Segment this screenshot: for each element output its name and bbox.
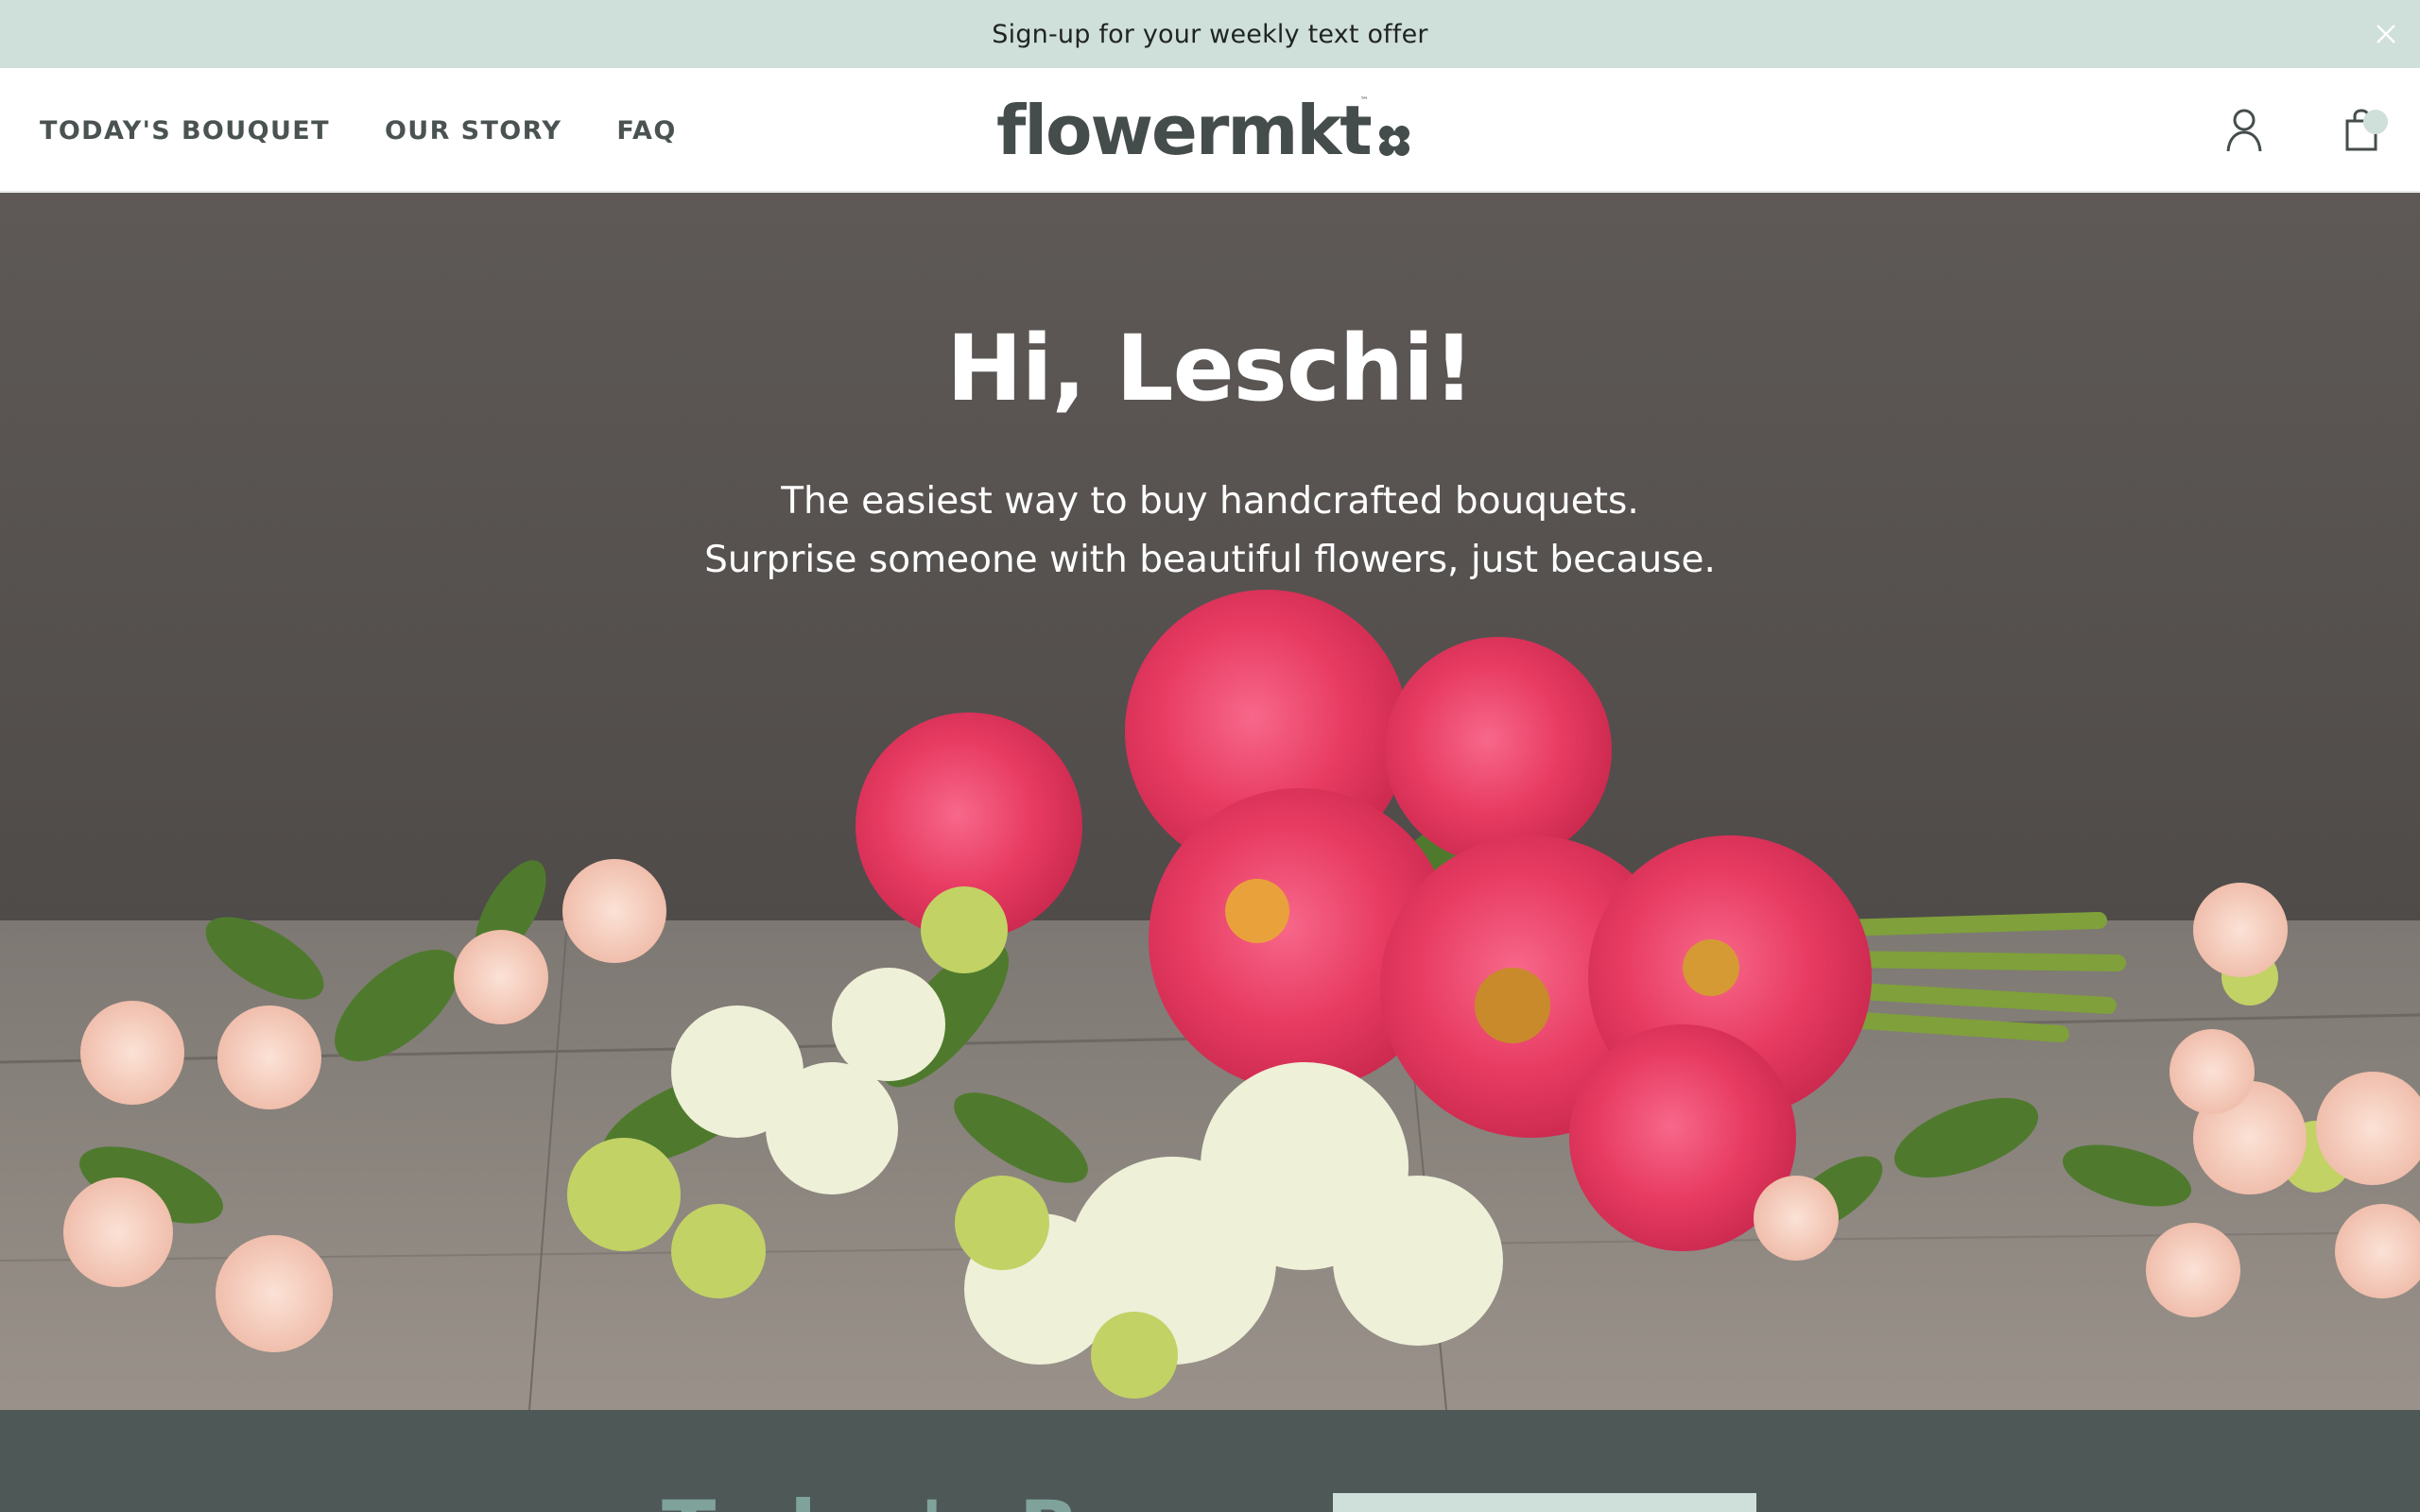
nav-todays-bouquet[interactable]: TODAY'S BOUQUET bbox=[40, 116, 330, 146]
todays-bouquet-section: Today's Bouquet bbox=[0, 1410, 2420, 1512]
flower-logo-icon bbox=[1378, 126, 1409, 156]
hero-subtitle: The easiest way to buy handcrafted bouqu… bbox=[0, 472, 2420, 590]
main-nav: TODAY'S BOUQUET OUR STORY FAQ bbox=[40, 68, 677, 193]
announcement-bar: Sign-up for your weekly text offer bbox=[0, 0, 2420, 68]
nav-our-story[interactable]: OUR STORY bbox=[385, 116, 562, 146]
hero-section: Hi, Leschi! The easiest way to buy handc… bbox=[0, 193, 2420, 1410]
trademark-symbol: ™ bbox=[1359, 96, 1369, 106]
hero-subtitle-line-2: Surprise someone with beautiful flowers,… bbox=[704, 539, 1716, 581]
bouquet-card[interactable] bbox=[1333, 1493, 1756, 1512]
announcement-text[interactable]: Sign-up for your weekly text offer bbox=[992, 20, 1427, 49]
cart-count-badge bbox=[2363, 110, 2388, 134]
hero-greeting: Hi, Leschi! bbox=[946, 316, 1475, 421]
logo-wordmark: flowermkt bbox=[996, 91, 1373, 170]
hero-subtitle-line-1: The easiest way to buy handcrafted bouqu… bbox=[781, 480, 1639, 523]
site-logo[interactable]: flowermkt ™ bbox=[996, 94, 1412, 166]
shopping-bag-icon[interactable] bbox=[2331, 100, 2392, 161]
close-icon[interactable] bbox=[2365, 13, 2407, 55]
nav-faq[interactable]: FAQ bbox=[616, 116, 676, 146]
site-header: TODAY'S BOUQUET OUR STORY FAQ flowermkt … bbox=[0, 68, 2420, 193]
section-title: Today's Bouquet bbox=[662, 1484, 1395, 1512]
account-icon[interactable] bbox=[2214, 100, 2274, 161]
